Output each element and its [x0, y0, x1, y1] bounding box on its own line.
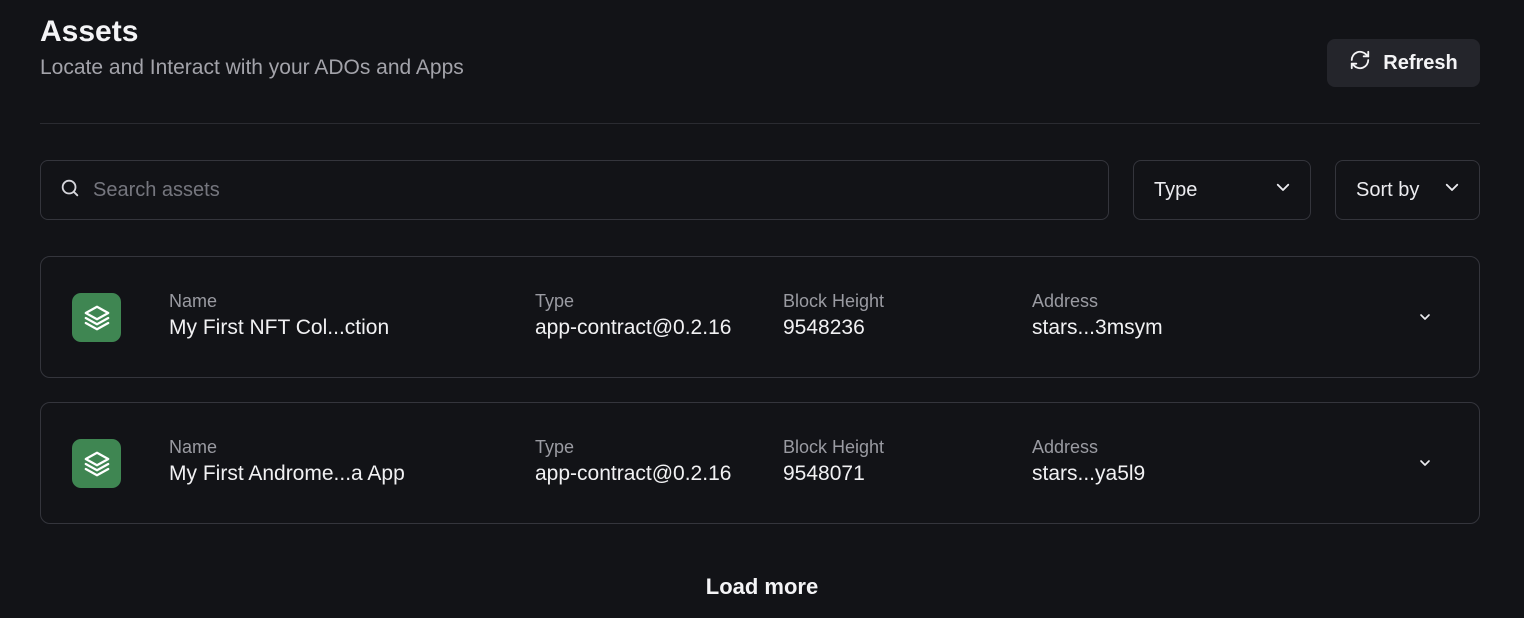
filter-toolbar: Type Sort by [40, 160, 1480, 220]
search-input[interactable] [91, 161, 1108, 219]
asset-block-height-field: Block Height 9548071 [783, 435, 884, 489]
asset-name: My First NFT Col...ction [169, 316, 390, 339]
load-more-container: Load more [0, 574, 1524, 600]
asset-type-field: Type app-contract@0.2.16 [535, 435, 731, 489]
asset-name-field: Name My First NFT Col...ction [169, 289, 389, 343]
refresh-button[interactable]: Refresh [1327, 39, 1480, 87]
block-height-label: Block Height [783, 291, 885, 311]
address-label: Address [1032, 437, 1099, 457]
sort-by-label: Sort by [1356, 178, 1420, 201]
asset-address: stars...3msym [1032, 316, 1163, 339]
refresh-icon [1349, 49, 1371, 77]
expand-chevron-icon[interactable] [1415, 307, 1435, 327]
page-title: Assets [40, 15, 139, 48]
layers-icon [72, 293, 121, 342]
asset-name: My First Androme...a App [169, 462, 405, 485]
asset-address: stars...ya5l9 [1032, 462, 1146, 485]
asset-name-field: Name My First Androme...a App [169, 435, 405, 489]
expand-chevron-icon[interactable] [1415, 453, 1435, 473]
address-label: Address [1032, 291, 1099, 311]
chevron-down-icon [1274, 178, 1292, 202]
asset-card[interactable]: Name My First NFT Col...ction Type app-c… [40, 256, 1480, 378]
asset-card[interactable]: Name My First Androme...a App Type app-c… [40, 402, 1480, 524]
search-box [40, 160, 1109, 220]
load-more-button[interactable]: Load more [706, 574, 818, 599]
name-label: Name [169, 291, 218, 311]
asset-type: app-contract@0.2.16 [535, 462, 732, 485]
page-subtitle: Locate and Interact with your ADOs and A… [40, 56, 464, 79]
assets-page: Assets Locate and Interact with your ADO… [0, 0, 1524, 618]
asset-block-height: 9548236 [783, 316, 865, 339]
refresh-label: Refresh [1383, 51, 1458, 74]
asset-address-field: Address stars...3msym [1032, 289, 1163, 343]
asset-address-field: Address stars...ya5l9 [1032, 435, 1145, 489]
page-header: Assets Locate and Interact with your ADO… [40, 14, 1480, 94]
header-divider [40, 123, 1480, 124]
block-height-label: Block Height [783, 437, 885, 457]
asset-block-height-field: Block Height 9548236 [783, 289, 884, 343]
asset-type: app-contract@0.2.16 [535, 316, 732, 339]
asset-type-field: Type app-contract@0.2.16 [535, 289, 731, 343]
asset-block-height: 9548071 [783, 462, 865, 485]
chevron-down-icon [1443, 178, 1461, 202]
type-label: Type [535, 437, 575, 457]
search-icon [59, 177, 81, 204]
type-filter-dropdown[interactable]: Type [1133, 160, 1311, 220]
type-label: Type [535, 291, 575, 311]
sort-by-dropdown[interactable]: Sort by [1335, 160, 1480, 220]
type-filter-label: Type [1154, 178, 1198, 201]
name-label: Name [169, 437, 218, 457]
layers-icon [72, 439, 121, 488]
